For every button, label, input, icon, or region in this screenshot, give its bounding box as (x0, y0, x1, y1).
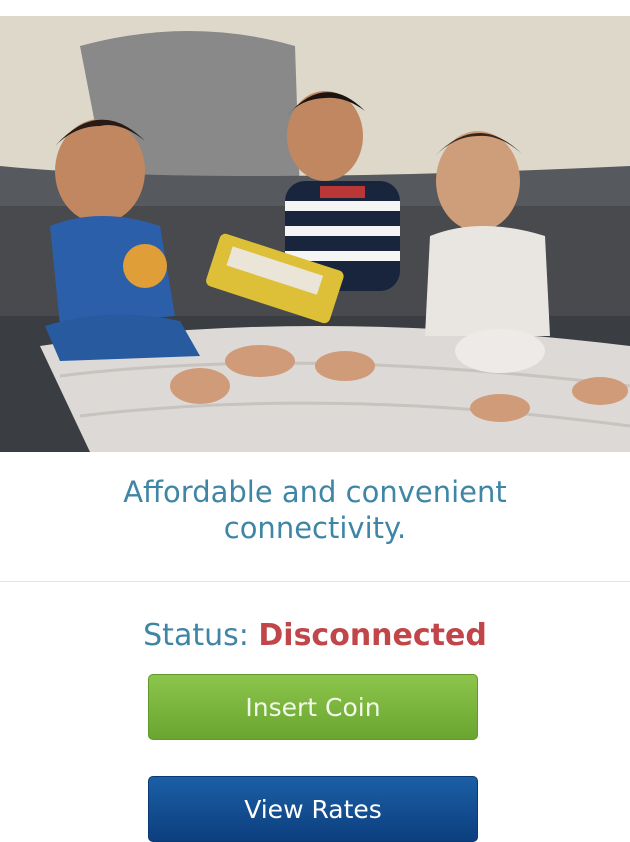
status-value: Disconnected (258, 618, 487, 653)
insert-coin-label: Insert Coin (245, 692, 381, 722)
hero-photo-illustration (0, 16, 630, 452)
connection-status: Status: Disconnected (0, 616, 630, 656)
view-rates-button[interactable]: View Rates (148, 776, 478, 842)
view-rates-label: View Rates (244, 794, 382, 824)
hero-photo (0, 16, 630, 452)
status-label: Status: (143, 618, 249, 653)
insert-coin-button[interactable]: Insert Coin (148, 674, 478, 740)
divider (0, 581, 630, 582)
tagline-text: Affordable and convenient connectivity. (123, 475, 507, 545)
tagline: Affordable and convenient connectivity. (0, 474, 630, 546)
